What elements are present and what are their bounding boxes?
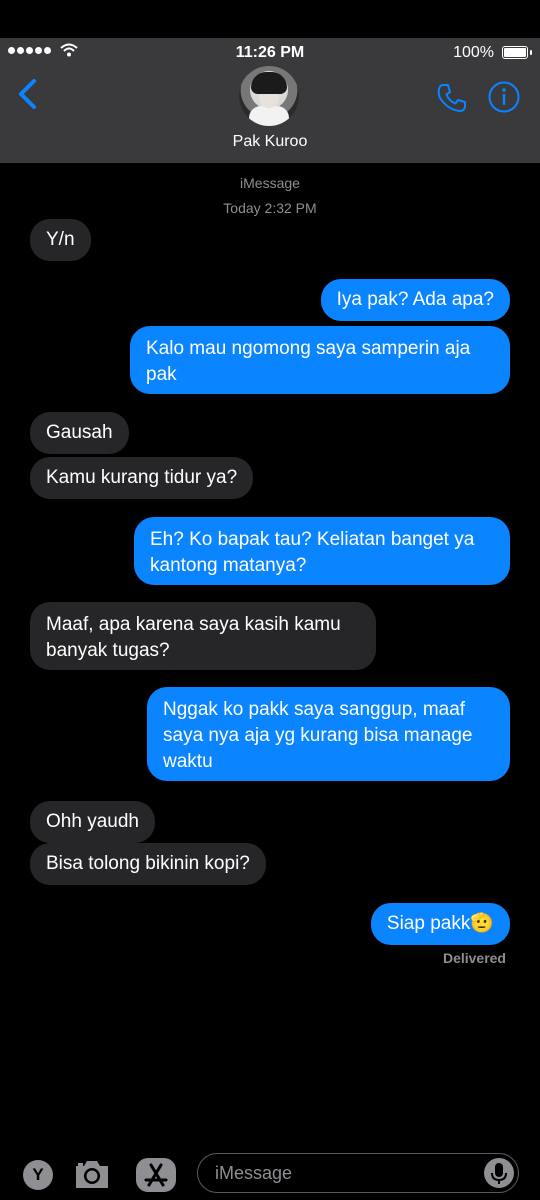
message-bubble-incoming[interactable]: Gausah — [30, 412, 129, 454]
message-input-placeholder: iMessage — [215, 1163, 293, 1183]
message-bubble-outgoing[interactable]: Iya pak? Ada apa? — [320, 279, 510, 321]
phone-icon[interactable] — [436, 82, 468, 114]
message-bubble-outgoing[interactable]: Nggak ko pakk saya sanggup, maaf saya ny… — [147, 687, 510, 781]
message-bubble-incoming[interactable]: Bisa tolong bikinin kopi? — [30, 843, 266, 885]
message-bubble-incoming[interactable]: Kamu kurang tidur ya? — [30, 457, 254, 499]
status-bar: 11:26 PM 100% — [0, 38, 540, 66]
contact-name[interactable]: Pak Kuroo — [0, 133, 540, 151]
battery-percent: 100% — [453, 44, 494, 61]
camera-icon[interactable] — [73, 1157, 111, 1191]
battery-icon — [502, 46, 532, 59]
delivered-status: Delivered — [442, 950, 506, 966]
message-bubble-incoming[interactable]: Ohh yaudh — [30, 801, 155, 843]
message-bubble-outgoing[interactable]: Kalo mau ngomong saya samperin aja pak — [130, 326, 510, 394]
conversation-timestamp: Today 2:32 PM — [223, 200, 317, 216]
info-icon[interactable] — [488, 81, 520, 113]
mic-icon[interactable] — [484, 1158, 514, 1188]
app-button[interactable]: Y — [23, 1160, 53, 1190]
message-bubble-outgoing[interactable]: Siap pakk🫡 — [370, 903, 510, 945]
back-chevron-icon[interactable] — [16, 78, 38, 110]
avatar[interactable] — [239, 66, 299, 126]
service-label: iMessage — [240, 175, 300, 191]
message-input[interactable]: iMessage — [197, 1153, 519, 1193]
app-store-icon[interactable] — [134, 1157, 178, 1193]
message-bubble-incoming[interactable]: Maaf, apa karena saya kasih kamu banyak … — [30, 602, 376, 670]
message-bubble-incoming[interactable]: Y/n — [30, 219, 91, 261]
message-bubble-outgoing[interactable]: Eh? Ko bapak tau? Keliatan banget ya kan… — [134, 517, 510, 585]
